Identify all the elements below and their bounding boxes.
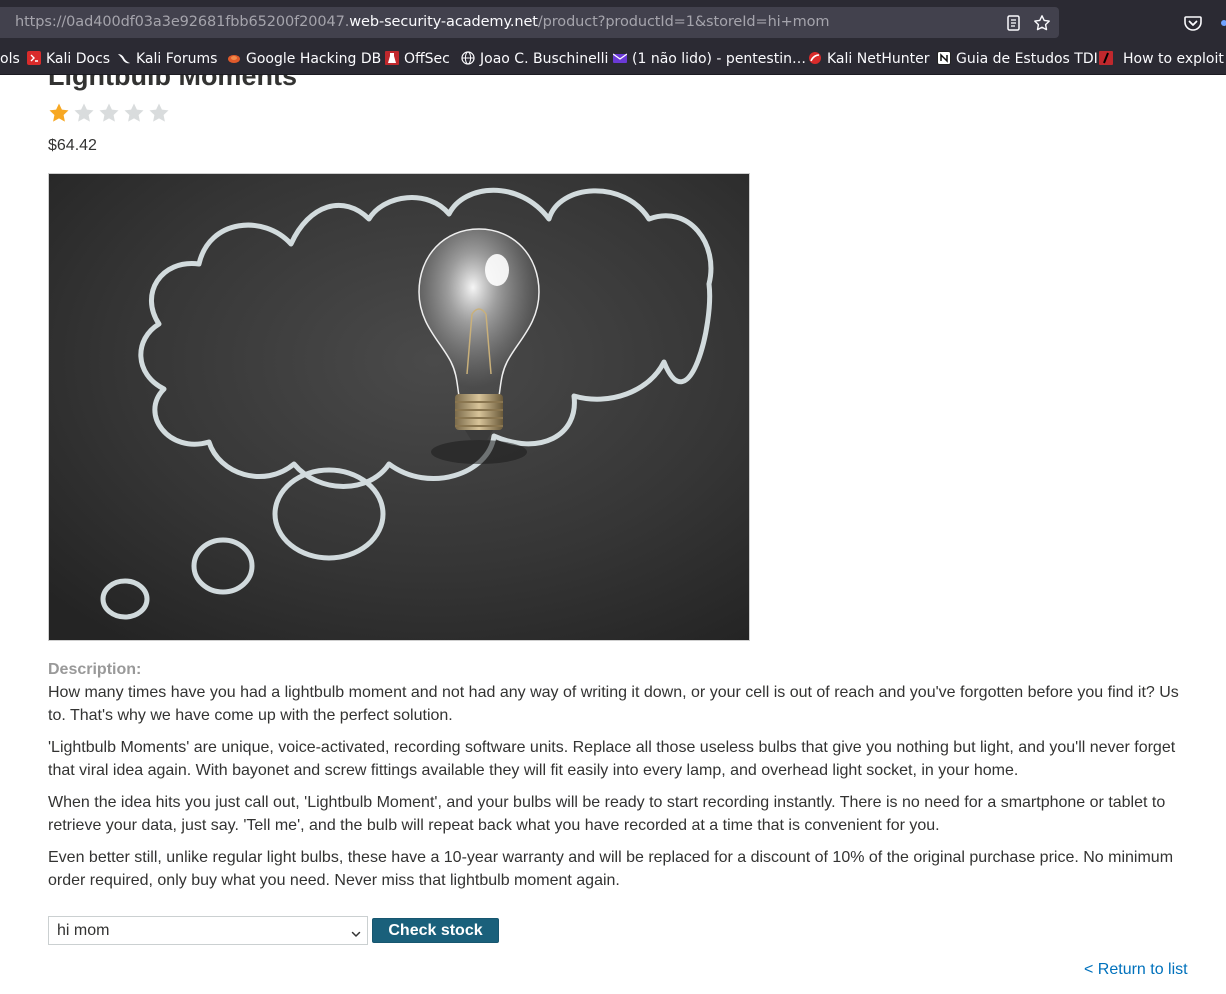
product-page: Lightbulb Moments $64.42 Description: Ho…: [0, 75, 1226, 994]
ghdb-icon: [227, 46, 241, 63]
globe-icon: [461, 46, 475, 65]
star-empty-icon: [123, 102, 145, 124]
bookmarks-toolbar: ols Kali Docs Kali Forums Google Hacking…: [0, 44, 1226, 75]
chevron-down-icon: [351, 926, 361, 937]
pocket-icon[interactable]: [1183, 13, 1203, 33]
rating-stars: [48, 102, 173, 124]
bookmark-label: How to exploit C: [1123, 51, 1226, 67]
nethunter-icon: [808, 46, 822, 64]
star-filled-icon: [48, 102, 70, 124]
store-select-value: hi mom: [57, 922, 110, 939]
product-price: $64.42: [48, 137, 97, 154]
url-text[interactable]: https://0ad400df03a3e92681fbb65200f20047…: [15, 7, 830, 38]
url-prefix: https://0ad400df03a3e92681fbb65200f20047…: [15, 14, 350, 30]
description-heading: Description:: [48, 661, 142, 678]
reader-view-icon[interactable]: [1005, 14, 1023, 32]
bookmark-label: Kali Forums: [136, 51, 218, 67]
product-title: Lightbulb Moments: [48, 75, 297, 91]
star-empty-icon: [148, 102, 170, 124]
bookmark-joao-buschinelli[interactable]: Joao C. Buschinelli: [461, 44, 609, 74]
bookmark-kali-forums[interactable]: Kali Forums: [117, 44, 218, 74]
bookmark-label: Guia de Estudos TDI: [956, 51, 1098, 67]
check-stock-button[interactable]: Check stock: [372, 918, 499, 943]
offsec-icon: [385, 46, 399, 65]
bookmark-label: Kali NetHunter: [827, 51, 930, 67]
store-select[interactable]: hi mom: [48, 916, 368, 945]
browser-toolbar: https://0ad400df03a3e92681fbb65200f20047…: [0, 0, 1226, 44]
exploit-icon: [1099, 46, 1113, 65]
star-empty-icon: [73, 102, 95, 124]
description-paragraph: Even better still, unlike regular light …: [48, 849, 1174, 889]
bookmark-tools[interactable]: ols: [0, 44, 20, 74]
bookmark-label: OffSec: [404, 51, 450, 67]
bookmark-label: Joao C. Buschinelli: [480, 51, 609, 67]
bookmark-label: Kali Docs: [46, 51, 111, 67]
bookmark-kali-docs[interactable]: Kali Docs: [27, 44, 111, 74]
bookmark-how-to-exploit[interactable]: How to exploit C: [1099, 44, 1226, 74]
description-paragraph: 'Lightbulb Moments' are unique, voice-ac…: [48, 739, 1176, 779]
return-to-list-link[interactable]: < Return to list: [1084, 961, 1188, 979]
description-paragraph: When the idea hits you just call out, 'L…: [48, 794, 1166, 834]
kali-dragon-icon: [117, 46, 131, 64]
notion-icon: [937, 46, 951, 65]
product-image: [48, 173, 750, 641]
bookmark-kali-nethunter[interactable]: Kali NetHunter: [808, 44, 930, 74]
bookmark-mail[interactable]: (1 não lido) - pentestin…: [612, 44, 806, 74]
star-empty-icon: [98, 102, 120, 124]
address-bar[interactable]: https://0ad400df03a3e92681fbb65200f20047…: [0, 7, 1059, 38]
bookmark-label: ols: [0, 51, 20, 67]
bookmark-guia-estudos-tdi[interactable]: Guia de Estudos TDI: [937, 44, 1098, 74]
bookmark-label: Google Hacking DB: [246, 51, 382, 67]
extension-icon[interactable]: [1220, 18, 1226, 26]
kali-docs-icon: [27, 46, 41, 65]
url-host: web-security-academy.net: [349, 14, 538, 30]
bookmark-offsec[interactable]: OffSec: [385, 44, 450, 74]
mail-icon: [612, 46, 628, 63]
bookmark-google-hacking-db[interactable]: Google Hacking DB: [227, 44, 382, 74]
bookmark-label: (1 não lido) - pentestin…: [632, 51, 806, 67]
url-path: /product?productId=1&storeId=hi+mom: [537, 14, 830, 30]
description-paragraph: How many times have you had a lightbulb …: [48, 684, 1179, 724]
bookmark-star-icon[interactable]: [1033, 14, 1051, 32]
